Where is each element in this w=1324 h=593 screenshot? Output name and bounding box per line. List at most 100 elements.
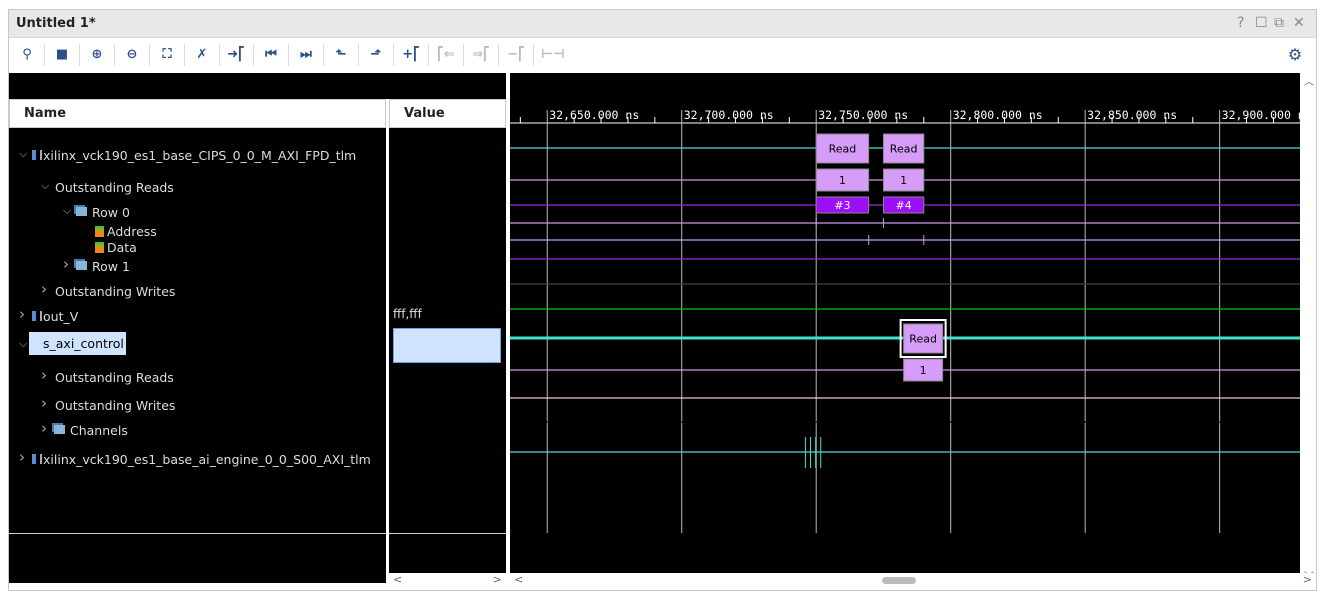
go-to-start-icon[interactable]: ⏮ [261,45,281,65]
close-icon[interactable]: ✕ [1293,15,1305,31]
chevron-down-icon[interactable]: ⌵ [19,337,27,351]
value-hscrollbar[interactable]: < > [389,573,506,587]
toolbar-separator [219,44,220,66]
help-icon[interactable]: ? [1237,15,1244,31]
signal-icon [95,226,104,237]
group-icon [76,261,87,270]
toolbar-separator [358,44,359,66]
title-bar: Untitled 1* ? ☐ ⧉ ✕ [9,10,1316,38]
scroll-right-icon[interactable]: > [1303,573,1312,586]
waveform-window: Untitled 1* ? ☐ ⧉ ✕ ⚙ ⚲ ■ ⊕ ⊖ ⛶ ✗ ➜⎡ ⏮ ⏭ ⬑ ⬏ +⎡ ⎡⇐ ⇒⎡… [8,9,1317,591]
bus-icon [32,150,42,160]
go-to-end-icon[interactable]: ⏭ [296,45,316,65]
transaction-label: Read [829,143,857,156]
delete-marker-icon[interactable]: −⎡ [506,45,526,65]
name-column-header[interactable]: Name [9,99,386,128]
scroll-up-icon[interactable]: ︿ [1304,73,1314,88]
zoom-out-icon[interactable]: ⊖ [122,45,142,65]
transaction-label: #4 [896,199,912,212]
tree-row[interactable]: › Outstanding Reads [9,366,386,388]
toolbar: ⚙ ⚲ ■ ⊕ ⊖ ⛶ ✗ ➜⎡ ⏮ ⏭ ⬑ ⬏ +⎡ ⎡⇐ ⇒⎡ −⎡ ⊢⊣ [9,39,1316,70]
transaction-box[interactable]: 1 [903,358,944,382]
transaction-box[interactable]: Read [899,319,947,358]
transaction-box[interactable]: #3 [815,196,870,214]
transaction-label: Read [909,333,937,346]
zoom-in-icon[interactable]: ⊕ [87,45,107,65]
time-tick-label: 32,750.000 ns [818,108,908,122]
chevron-right-icon[interactable]: › [63,255,69,273]
tree-label: xilinx_vck190_es1_base_CIPS_0_0_M_AXI_FP… [43,148,357,163]
transaction-label: #3 [834,199,850,212]
transaction-label: 1 [900,174,907,187]
tree-row[interactable]: › Outstanding Writes [9,280,386,302]
next-transition-icon[interactable]: ⬏ [366,45,386,65]
transaction-box[interactable]: Read [882,133,925,164]
chevron-down-icon[interactable]: ⌵ [19,147,27,161]
tree-label: Data [107,240,137,255]
gear-icon[interactable]: ⚙ [1285,45,1305,65]
transaction-box[interactable]: #4 [882,196,925,214]
tree-row[interactable]: ⌵ Outstanding Reads [9,178,386,198]
tree-label: Row 1 [92,259,130,274]
tree-row[interactable]: › Row 1 [9,255,386,277]
maximize-icon[interactable]: ☐ [1255,15,1268,31]
tree-row[interactable]: › Channels [9,419,386,441]
bus-icon [32,454,42,464]
vertical-scrollbar[interactable]: ︿ ﹀ [1301,73,1316,583]
save-icon[interactable]: ■ [52,45,72,65]
swap-cursors-icon[interactable]: ⊢⊣ [541,45,565,65]
group-icon [54,425,65,434]
transaction-box[interactable]: 1 [815,168,870,192]
tree-label: Outstanding Writes [55,284,176,299]
toolbar-separator [184,44,185,66]
tree-label: Outstanding Reads [55,370,174,385]
go-to-time-icon[interactable]: ➜⎡ [226,45,246,65]
transaction-box[interactable]: Read [815,133,870,164]
scroll-thumb[interactable] [882,577,916,584]
toolbar-separator [253,44,254,66]
tree-row[interactable]: › out_V [9,305,386,327]
time-tick-label: 32,900.000 ns [1222,108,1300,122]
scroll-left-icon[interactable]: < [393,573,402,586]
search-icon[interactable]: ⚲ [17,45,37,65]
toolbar-separator [533,44,534,66]
tree-row[interactable]: ⌵ s_axi_control [9,332,386,356]
previous-transition-icon[interactable]: ⬑ [331,45,351,65]
wave-hscrollbar[interactable]: < > [510,573,1316,587]
cursor-snap-icon[interactable]: ✗ [192,45,212,65]
tree-row[interactable]: ⌵ xilinx_vck190_es1_base_CIPS_0_0_M_AXI_F… [9,146,386,166]
previous-marker-icon[interactable]: ⎡⇐ [436,45,456,65]
chevron-right-icon[interactable]: › [41,394,47,412]
zoom-fit-icon[interactable]: ⛶ [157,45,177,65]
bus-icon [32,311,42,321]
waveform-canvas[interactable]: 32,650.000 ns 32,700.000 ns 32,750.000 ns 3… [510,73,1312,583]
name-panel: ⌵ xilinx_vck190_es1_base_CIPS_0_0_M_AXI_F… [9,128,386,583]
value-column-header[interactable]: Value [389,99,506,128]
scroll-left-icon[interactable]: < [514,573,523,586]
add-marker-icon[interactable]: +⎡ [401,45,421,65]
chevron-right-icon[interactable]: › [19,448,25,466]
time-tick-label: 32,800.000 ns [953,108,1043,122]
float-icon[interactable]: ⧉ [1274,15,1284,31]
chevron-right-icon[interactable]: › [41,280,47,298]
time-tick-label: 32,850.000 ns [1087,108,1177,122]
chevron-right-icon[interactable]: › [41,366,47,384]
next-marker-icon[interactable]: ⇒⎡ [471,45,491,65]
chevron-down-icon[interactable]: ⌵ [41,179,49,193]
chevron-right-icon[interactable]: › [19,305,25,323]
signal-value: fff,fff [393,307,422,321]
chevron-down-icon[interactable]: ⌵ [63,204,71,218]
tree-label: Outstanding Reads [55,180,174,195]
scroll-right-icon[interactable]: > [493,573,502,586]
tree-row[interactable]: › xilinx_vck190_es1_base_ai_engine_0_0_S0… [9,448,386,470]
toolbar-separator [498,44,499,66]
value-panel: fff,fff [389,128,506,583]
chevron-right-icon[interactable]: › [41,419,47,437]
tree-row[interactable]: ⌵ Row 0 [9,203,386,223]
toolbar-separator [149,44,150,66]
transaction-box[interactable]: 1 [882,168,925,192]
transaction-label: Read [890,143,918,156]
toolbar-separator [44,44,45,66]
tree-row[interactable]: › Outstanding Writes [9,394,386,416]
toolbar-separator [463,44,464,66]
